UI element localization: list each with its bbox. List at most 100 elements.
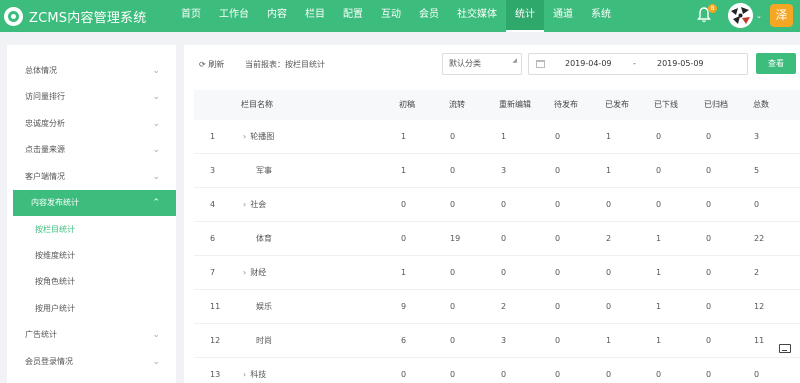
table-cell: 0 [450,132,456,141]
nav-item-channel[interactable]: 通道 [544,0,582,32]
table-cell: 0 [450,200,456,209]
nav-item-catalog[interactable]: 栏目 [296,0,334,32]
table-cell: 0 [754,370,760,379]
sidebar-item-label: 点击量来源 [25,145,65,154]
logo[interactable]: ZCMS内容管理系统 [4,6,146,26]
sidebar-item-label: 访问量排行 [25,92,65,101]
table-row[interactable]: 3 军事 1 0 3 0 1 0 0 5 [194,154,800,188]
column-header-name: 栏目名称 [241,100,273,109]
nav-item-statistics[interactable]: 统计 [506,0,544,32]
table-row[interactable]: 13 › 科技 0 0 0 0 0 0 0 0 [194,358,800,383]
sidebar-item-member-login[interactable]: 会员登录情况 ⌄ [7,349,176,375]
table-cell: 0 [656,132,662,141]
table-cell: 1 [606,336,612,345]
refresh-label: 刷新 [208,60,225,69]
table-row[interactable]: 12 时尚 6 0 3 0 1 1 0 11 [194,324,800,358]
date-end[interactable]: 2019-05-09 [657,54,704,74]
table-cell: 0 [555,234,561,243]
row-name: 军事 [256,166,272,175]
nav-item-system[interactable]: 系统 [582,0,620,32]
view-button[interactable]: 查看 [756,53,796,74]
chevron-down-icon: ⌄ [152,92,160,102]
sidebar-subitem-by-column[interactable]: 按栏目统计 [35,217,75,243]
row-name-cell: 军事 [256,154,272,188]
table-row[interactable]: 4 › 社会 0 0 0 0 0 0 0 0 [194,188,800,222]
chevron-down-icon: ⌄ [152,119,160,129]
table-row[interactable]: 7 › 财经 1 0 0 0 0 1 0 2 [194,256,800,290]
table-cell: 0 [754,200,760,209]
avatar[interactable] [728,3,753,28]
sidebar-item-content-publish[interactable]: 内容发布统计 ⌃ [13,190,176,216]
row-name-cell: 娱乐 [256,290,272,324]
table-cell: 0 [555,268,561,277]
row-id: 4 [210,200,216,209]
table-cell: 0 [706,302,712,311]
nav-item-workbench[interactable]: 工作台 [210,0,258,32]
row-name-cell: › 轮播图 [243,120,274,154]
nav-item-social-media[interactable]: 社交媒体 [448,0,506,32]
table-cell: 2 [501,302,507,311]
row-name-cell: › 社会 [243,188,266,222]
row-name-cell: 时尚 [256,324,272,358]
sidebar-item-loyalty[interactable]: 忠诚度分析 ⌄ [7,111,176,137]
logo-icon [4,6,23,26]
user-badge[interactable]: 泽 [770,4,793,27]
date-start[interactable]: 2019-04-09 [565,54,612,74]
calendar-icon [536,60,545,68]
table-row[interactable]: 6 体育 0 19 0 0 2 1 0 22 [194,222,800,256]
table-cell: 0 [450,166,456,175]
nav-item-config[interactable]: 配置 [334,0,372,32]
table-cell: 0 [450,268,456,277]
inbox-icon[interactable] [779,344,791,353]
table-row[interactable]: 1 › 轮播图 1 0 1 0 1 0 0 3 [194,120,800,154]
row-id: 3 [210,166,216,175]
chevron-right-icon[interactable]: › [243,132,246,141]
sidebar-item-ads[interactable]: 广告统计 ⌄ [7,322,176,348]
table-cell: 2 [606,234,612,243]
refresh-button[interactable]: ⟳ 刷新 [199,59,224,70]
sidebar-item-label: 会员登录情况 [25,357,73,366]
sidebar-subitem-by-dimension[interactable]: 按维度统计 [35,243,75,269]
table-cell: 0 [501,234,507,243]
table-cell: 0 [555,166,561,175]
table-cell: 0 [606,370,612,379]
sidebar-subitem-by-role[interactable]: 按角色统计 [35,269,75,295]
nav-item-member[interactable]: 会员 [410,0,448,32]
chevron-right-icon[interactable]: › [243,268,246,277]
table-cell: 1 [401,166,407,175]
sidebar-item-click-source[interactable]: 点击量来源 ⌄ [7,137,176,163]
row-id: 1 [210,132,216,141]
table-cell: 22 [754,234,765,243]
table-cell: 0 [450,302,456,311]
table-row[interactable]: 11 娱乐 9 0 2 0 0 1 0 12 [194,290,800,324]
table-cell: 0 [656,166,662,175]
sidebar-item-overview[interactable]: 总体情况 ⌄ [7,58,176,84]
nav-item-interaction[interactable]: 互动 [372,0,410,32]
main-nav: 首页 工作台 内容 栏目 配置 互动 会员 社交媒体 统计 通道 系统 [172,0,620,32]
notification-badge: 8 [708,4,717,13]
nav-item-home[interactable]: 首页 [172,0,210,32]
table-cell: 3 [754,132,760,141]
sidebar-item-visit-ranking[interactable]: 访问量排行 ⌄ [7,84,176,110]
sidebar-subitem-by-user[interactable]: 按用户统计 [35,296,75,322]
table-cell: 1 [606,166,612,175]
table-cell: 1 [656,336,662,345]
table-cell: 0 [706,166,712,175]
row-name-cell: › 财经 [243,256,266,290]
chevron-right-icon[interactable]: › [243,200,246,209]
table-cell: 0 [555,302,561,311]
chevron-right-icon[interactable]: › [243,370,246,379]
chevron-down-icon: ⌄ [152,66,160,76]
category-select[interactable]: 默认分类 ◢ [442,53,522,75]
chevron-down-icon: ⌄ [152,357,160,367]
nav-item-content[interactable]: 内容 [258,0,296,32]
user-menu-chevron-icon[interactable]: ⌄ [756,12,762,20]
sidebar-item-client[interactable]: 客户端情况 ⌄ [7,164,176,190]
column-header-reedit: 重新编辑 [499,100,531,109]
date-range-picker[interactable]: 2019-04-09 - 2019-05-09 [528,53,748,75]
row-name: 社会 [250,200,267,209]
table-cell: 0 [555,200,561,209]
chevron-down-icon: ⌄ [152,145,160,155]
table-cell: 19 [450,234,461,243]
chevron-up-icon: ⌃ [152,198,160,208]
